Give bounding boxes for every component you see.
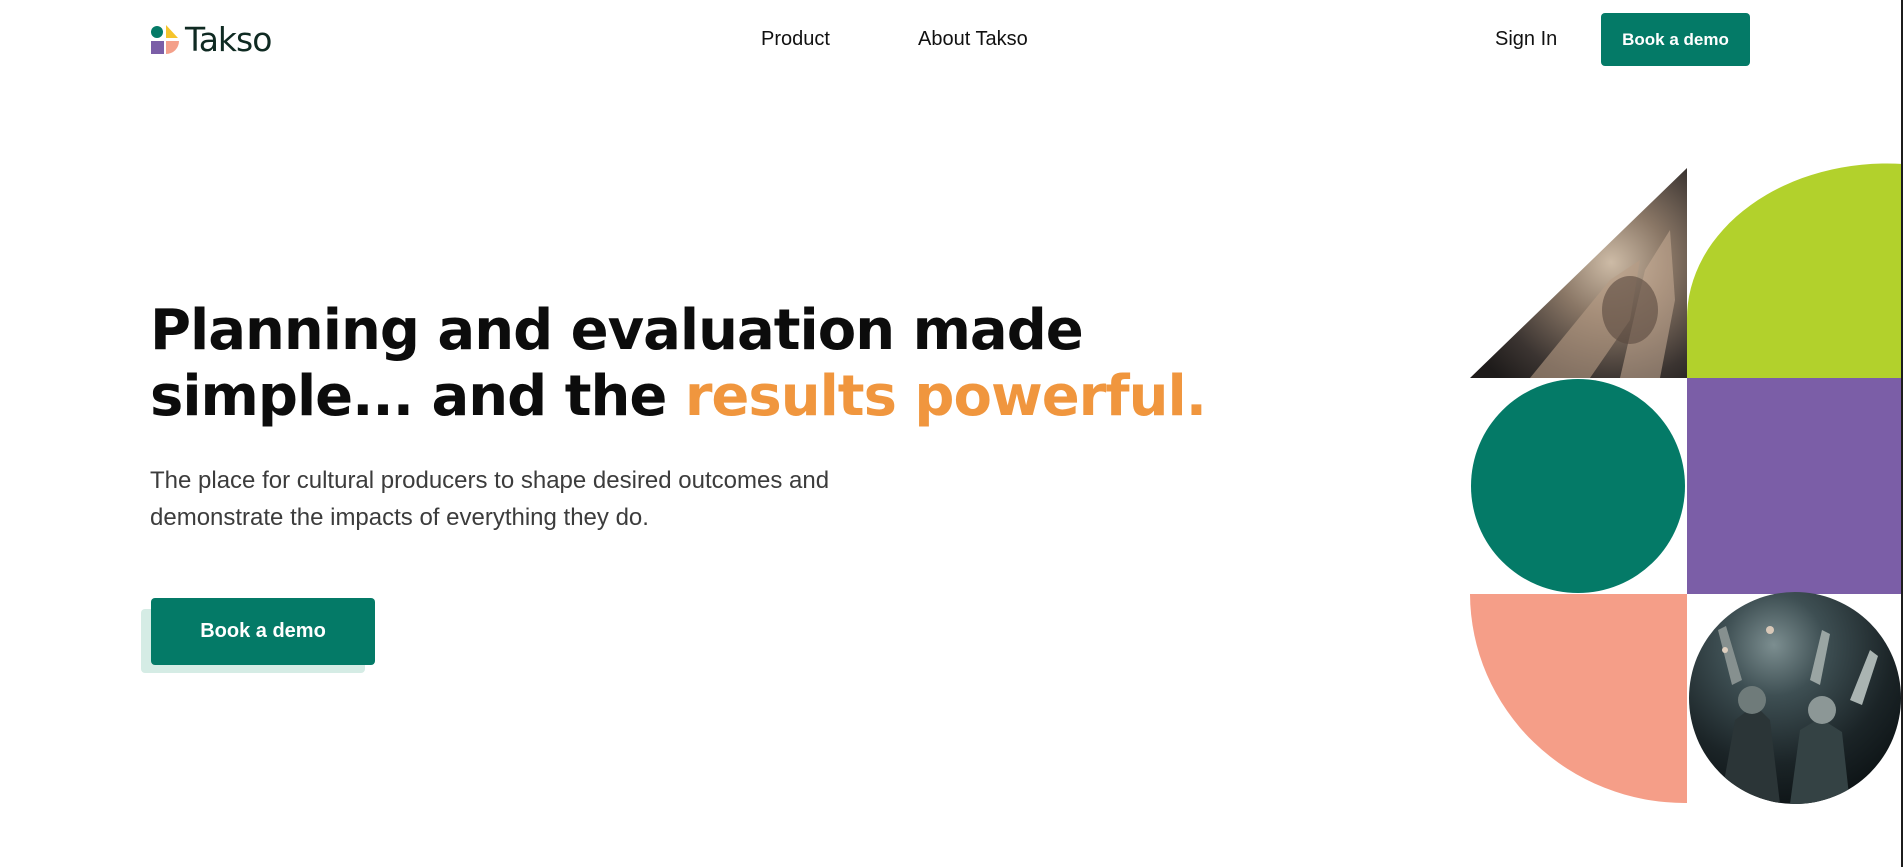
brand-name: Takso bbox=[185, 20, 272, 59]
nav-product-link[interactable]: Product bbox=[761, 24, 830, 54]
hands-photo-tile bbox=[1470, 168, 1687, 378]
hero-subtext: The place for cultural producers to shap… bbox=[150, 467, 830, 531]
headline-line2-prefix: simple... and the bbox=[150, 364, 685, 429]
teal-circle-shape bbox=[1471, 379, 1685, 593]
header-book-demo-button[interactable]: Book a demo bbox=[1601, 13, 1750, 66]
salmon-quarter-shape bbox=[1470, 594, 1687, 804]
hero-illustration bbox=[1470, 163, 1903, 804]
headline-line1: Planning and evaluation made bbox=[150, 298, 1084, 363]
purple-square-shape bbox=[1687, 378, 1903, 594]
hero-book-demo-button[interactable]: Book a demo bbox=[151, 598, 375, 665]
sign-in-link[interactable]: Sign In bbox=[1495, 24, 1557, 54]
hero-headline: Planning and evaluation made simple... an… bbox=[150, 298, 1207, 430]
takso-logo-icon bbox=[151, 25, 179, 54]
concert-photo-tile bbox=[1689, 592, 1901, 804]
lime-quarter-shape bbox=[1686, 163, 1903, 378]
takso-logo[interactable]: Takso bbox=[150, 20, 272, 59]
nav-about-link[interactable]: About Takso bbox=[918, 24, 1028, 54]
headline-accent: results powerful. bbox=[684, 364, 1207, 429]
